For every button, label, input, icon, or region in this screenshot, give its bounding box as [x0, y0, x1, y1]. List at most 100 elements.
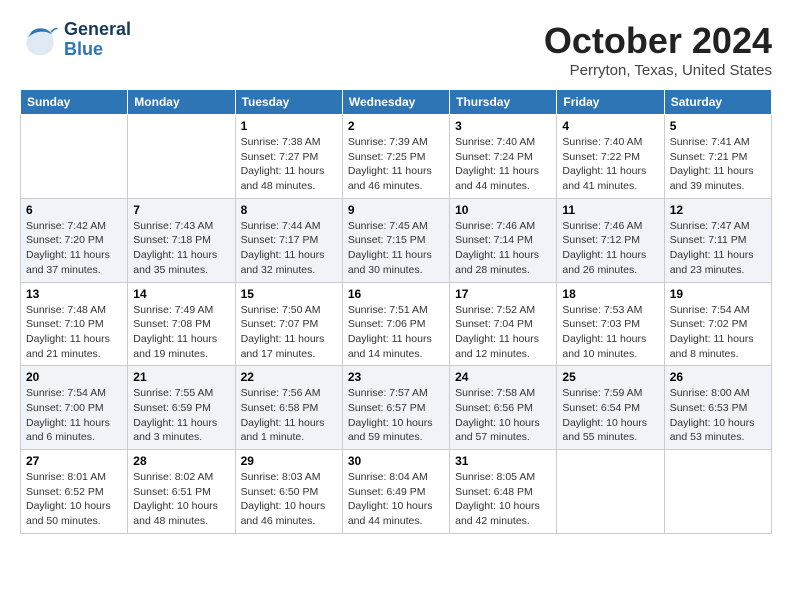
day-number: 22: [241, 370, 337, 384]
day-number: 13: [26, 287, 122, 301]
day-info: Sunrise: 7:53 AM Sunset: 7:03 PM Dayligh…: [562, 303, 658, 362]
day-number: 18: [562, 287, 658, 301]
day-number: 12: [670, 203, 766, 217]
day-info: Sunrise: 8:04 AM Sunset: 6:49 PM Dayligh…: [348, 470, 444, 529]
calendar-cell: 1 Sunrise: 7:38 AM Sunset: 7:27 PM Daylig…: [235, 115, 342, 199]
day-info: Sunrise: 7:48 AM Sunset: 7:10 PM Dayligh…: [26, 303, 122, 362]
calendar-cell: 16 Sunrise: 7:51 AM Sunset: 7:06 PM Dayli…: [342, 282, 449, 366]
logo-text: General Blue: [64, 20, 131, 60]
day-info: Sunrise: 7:46 AM Sunset: 7:14 PM Dayligh…: [455, 219, 551, 278]
day-info: Sunrise: 7:52 AM Sunset: 7:04 PM Dayligh…: [455, 303, 551, 362]
day-number: 14: [133, 287, 229, 301]
day-number: 7: [133, 203, 229, 217]
calendar-header-row: SundayMondayTuesdayWednesdayThursdayFrid…: [21, 90, 772, 115]
calendar-cell: 24Sunrise: 7:58 AM Sunset: 6:56 PM Dayli…: [450, 366, 557, 450]
weekday-header-sunday: Sunday: [21, 90, 128, 115]
day-info: Sunrise: 7:51 AM Sunset: 7:06 PM Dayligh…: [348, 303, 444, 362]
day-info: Sunrise: 7:57 AM Sunset: 6:57 PM Dayligh…: [348, 386, 444, 445]
calendar-cell: 27 Sunrise: 8:01 AM Sunset: 6:52 PM Dayli…: [21, 450, 128, 534]
day-number: 3: [455, 119, 551, 133]
day-number: 27: [26, 454, 122, 468]
calendar-cell: 11 Sunrise: 7:46 AM Sunset: 7:12 PM Dayli…: [557, 198, 664, 282]
day-info: Sunrise: 7:56 AM Sunset: 6:58 PM Dayligh…: [241, 386, 337, 445]
day-number: 6: [26, 203, 122, 217]
day-info: Sunrise: 7:46 AM Sunset: 7:12 PM Dayligh…: [562, 219, 658, 278]
day-info: Sunrise: 7:55 AM Sunset: 6:59 PM Dayligh…: [133, 386, 229, 445]
calendar-cell: 31 Sunrise: 8:05 AM Sunset: 6:48 PM Dayli…: [450, 450, 557, 534]
day-info: Sunrise: 7:50 AM Sunset: 7:07 PM Dayligh…: [241, 303, 337, 362]
day-number: 10: [455, 203, 551, 217]
day-number: 15: [241, 287, 337, 301]
day-number: 26: [670, 370, 766, 384]
calendar-cell: 30 Sunrise: 8:04 AM Sunset: 6:49 PM Dayli…: [342, 450, 449, 534]
calendar-cell: [664, 450, 771, 534]
day-info: Sunrise: 8:03 AM Sunset: 6:50 PM Dayligh…: [241, 470, 337, 529]
day-info: Sunrise: 7:42 AM Sunset: 7:20 PM Dayligh…: [26, 219, 122, 278]
calendar-cell: 23Sunrise: 7:57 AM Sunset: 6:57 PM Dayli…: [342, 366, 449, 450]
calendar-week-row: 13 Sunrise: 7:48 AM Sunset: 7:10 PM Dayli…: [21, 282, 772, 366]
day-number: 1: [241, 119, 337, 133]
day-info: Sunrise: 8:02 AM Sunset: 6:51 PM Dayligh…: [133, 470, 229, 529]
calendar-cell: 15 Sunrise: 7:50 AM Sunset: 7:07 PM Dayli…: [235, 282, 342, 366]
day-info: Sunrise: 7:59 AM Sunset: 6:54 PM Dayligh…: [562, 386, 658, 445]
calendar-cell: 25 Sunrise: 7:59 AM Sunset: 6:54 PM Dayli…: [557, 366, 664, 450]
calendar-cell: 10 Sunrise: 7:46 AM Sunset: 7:14 PM Dayli…: [450, 198, 557, 282]
weekday-header-thursday: Thursday: [450, 90, 557, 115]
day-number: 17: [455, 287, 551, 301]
calendar-cell: 22 Sunrise: 7:56 AM Sunset: 6:58 PM Dayli…: [235, 366, 342, 450]
day-number: 20: [26, 370, 122, 384]
day-info: Sunrise: 7:47 AM Sunset: 7:11 PM Dayligh…: [670, 219, 766, 278]
calendar-cell: [557, 450, 664, 534]
calendar-cell: 26Sunrise: 8:00 AM Sunset: 6:53 PM Dayli…: [664, 366, 771, 450]
calendar-cell: 18 Sunrise: 7:53 AM Sunset: 7:03 PM Dayli…: [557, 282, 664, 366]
day-number: 5: [670, 119, 766, 133]
calendar-cell: 8Sunrise: 7:44 AM Sunset: 7:17 PM Daylig…: [235, 198, 342, 282]
day-info: Sunrise: 7:43 AM Sunset: 7:18 PM Dayligh…: [133, 219, 229, 278]
day-info: Sunrise: 7:45 AM Sunset: 7:15 PM Dayligh…: [348, 219, 444, 278]
logo-icon: [20, 20, 60, 60]
day-number: 25: [562, 370, 658, 384]
weekday-header-tuesday: Tuesday: [235, 90, 342, 115]
page-header: General Blue October 2024 Perryton, Texa…: [20, 20, 772, 79]
day-info: Sunrise: 8:05 AM Sunset: 6:48 PM Dayligh…: [455, 470, 551, 529]
calendar-cell: 12 Sunrise: 7:47 AM Sunset: 7:11 PM Dayli…: [664, 198, 771, 282]
calendar-week-row: 27 Sunrise: 8:01 AM Sunset: 6:52 PM Dayli…: [21, 450, 772, 534]
calendar-cell: 19Sunrise: 7:54 AM Sunset: 7:02 PM Dayli…: [664, 282, 771, 366]
day-number: 29: [241, 454, 337, 468]
calendar-cell: 21 Sunrise: 7:55 AM Sunset: 6:59 PM Dayli…: [128, 366, 235, 450]
day-number: 2: [348, 119, 444, 133]
day-number: 21: [133, 370, 229, 384]
calendar-week-row: 1 Sunrise: 7:38 AM Sunset: 7:27 PM Daylig…: [21, 115, 772, 199]
calendar-week-row: 20 Sunrise: 7:54 AM Sunset: 7:00 PM Dayli…: [21, 366, 772, 450]
day-number: 31: [455, 454, 551, 468]
day-number: 30: [348, 454, 444, 468]
logo: General Blue: [20, 20, 131, 60]
calendar-cell: 4Sunrise: 7:40 AM Sunset: 7:22 PM Daylig…: [557, 115, 664, 199]
calendar-cell: [21, 115, 128, 199]
calendar-cell: 7 Sunrise: 7:43 AM Sunset: 7:18 PM Daylig…: [128, 198, 235, 282]
day-info: Sunrise: 7:38 AM Sunset: 7:27 PM Dayligh…: [241, 135, 337, 194]
day-number: 4: [562, 119, 658, 133]
title-block: October 2024 Perryton, Texas, United Sta…: [544, 20, 772, 79]
day-info: Sunrise: 7:41 AM Sunset: 7:21 PM Dayligh…: [670, 135, 766, 194]
day-number: 28: [133, 454, 229, 468]
day-info: Sunrise: 7:49 AM Sunset: 7:08 PM Dayligh…: [133, 303, 229, 362]
day-info: Sunrise: 8:01 AM Sunset: 6:52 PM Dayligh…: [26, 470, 122, 529]
logo-blue: Blue: [64, 40, 131, 60]
subtitle: Perryton, Texas, United States: [544, 62, 772, 79]
day-number: 9: [348, 203, 444, 217]
calendar-cell: 5 Sunrise: 7:41 AM Sunset: 7:21 PM Daylig…: [664, 115, 771, 199]
calendar-cell: 13 Sunrise: 7:48 AM Sunset: 7:10 PM Dayli…: [21, 282, 128, 366]
calendar-cell: 20 Sunrise: 7:54 AM Sunset: 7:00 PM Dayli…: [21, 366, 128, 450]
day-number: 19: [670, 287, 766, 301]
day-number: 11: [562, 203, 658, 217]
day-info: Sunrise: 7:39 AM Sunset: 7:25 PM Dayligh…: [348, 135, 444, 194]
day-info: Sunrise: 7:40 AM Sunset: 7:24 PM Dayligh…: [455, 135, 551, 194]
calendar-table: SundayMondayTuesdayWednesdayThursdayFrid…: [20, 89, 772, 534]
day-info: Sunrise: 7:54 AM Sunset: 7:00 PM Dayligh…: [26, 386, 122, 445]
main-title: October 2024: [544, 20, 772, 62]
day-number: 16: [348, 287, 444, 301]
weekday-header-saturday: Saturday: [664, 90, 771, 115]
logo-general: General: [64, 20, 131, 40]
day-number: 8: [241, 203, 337, 217]
